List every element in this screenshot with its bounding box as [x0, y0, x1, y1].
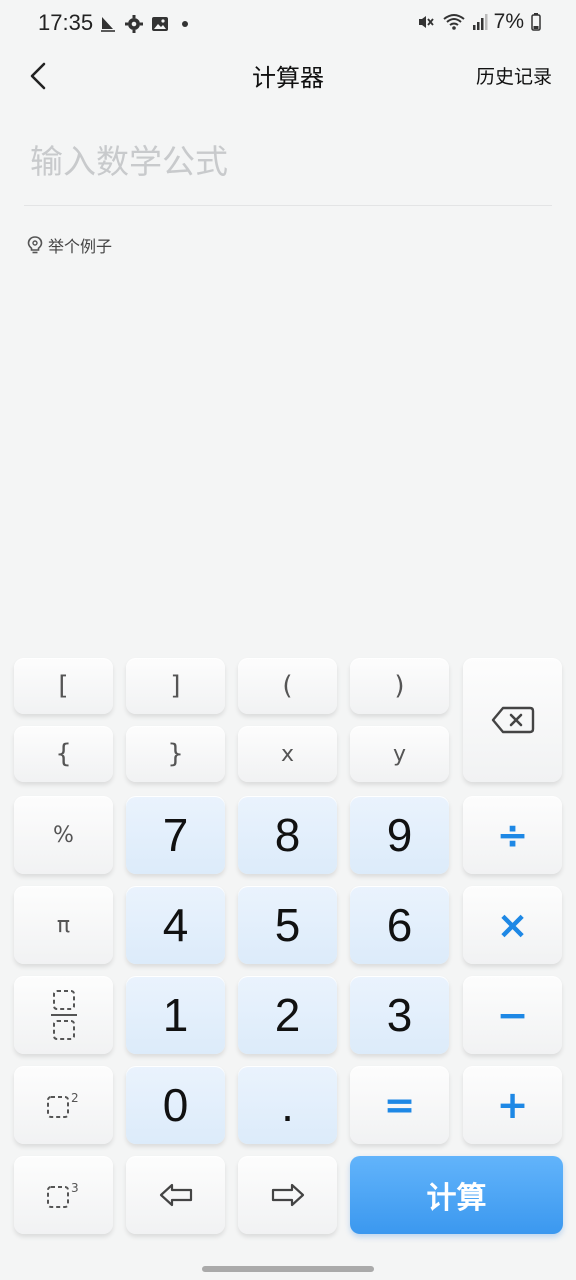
key-y[interactable]: y [350, 726, 449, 782]
battery-percent: 7% [493, 10, 524, 33]
lightbulb-icon [27, 236, 43, 254]
key-close-bracket[interactable]: ] [126, 658, 225, 714]
arrow-left-icon [159, 1183, 192, 1207]
cube-power-icon: 3 [46, 1181, 79, 1208]
key-square[interactable]: 2 [14, 1066, 113, 1144]
key-close-brace[interactable]: } [126, 726, 225, 782]
history-button[interactable]: 历史记录 [476, 62, 552, 89]
status-right-group: 7% [416, 10, 542, 34]
key-multiply[interactable]: × [463, 886, 562, 964]
svg-text:3: 3 [71, 1181, 79, 1195]
square-power-icon: 2 [46, 1091, 79, 1118]
key-0[interactable]: 0 [126, 1066, 225, 1144]
key-minus[interactable]: − [463, 976, 562, 1054]
gear-icon [125, 15, 143, 33]
status-time: 17:35 [38, 10, 94, 35]
signal-icon [472, 14, 488, 30]
key-1[interactable]: 1 [126, 976, 225, 1054]
key-equals[interactable]: = [350, 1066, 449, 1144]
cursor-left-button[interactable] [126, 1156, 225, 1234]
key-close-paren[interactable]: ) [350, 658, 449, 714]
key-6[interactable]: 6 [350, 886, 449, 964]
fraction-icon [50, 990, 77, 1040]
cursor-right-button[interactable] [238, 1156, 337, 1234]
key-dot[interactable]: . [238, 1066, 337, 1144]
key-x[interactable]: x [238, 726, 337, 782]
key-4[interactable]: 4 [126, 886, 225, 964]
dot-icon [182, 21, 188, 27]
status-bar: 17:35 7% [0, 0, 576, 48]
calculate-button[interactable]: 计算 [350, 1156, 563, 1234]
key-9[interactable]: 9 [350, 796, 449, 874]
key-2[interactable]: 2 [238, 976, 337, 1054]
key-open-paren[interactable]: ( [238, 658, 337, 714]
key-3[interactable]: 3 [350, 976, 449, 1054]
arrow-right-icon [271, 1183, 304, 1207]
key-open-bracket[interactable]: [ [14, 658, 113, 714]
input-divider [24, 205, 552, 206]
mute-icon [418, 16, 434, 28]
key-7[interactable]: 7 [126, 796, 225, 874]
home-indicator[interactable] [202, 1266, 374, 1272]
key-5[interactable]: 5 [238, 886, 337, 964]
key-fraction[interactable] [14, 976, 113, 1054]
key-percent[interactable]: % [14, 796, 113, 874]
key-cube[interactable]: 3 [14, 1156, 113, 1234]
key-divide[interactable]: ÷ [463, 796, 562, 874]
keypad: [ ] ( ) { } x y % 7 8 9 ÷ π 4 5 6 × 1 2 … [0, 648, 576, 1248]
battery-icon [531, 13, 541, 31]
formula-input[interactable] [30, 136, 546, 186]
key-open-brace[interactable]: { [14, 726, 113, 782]
example-label: 举个例子 [48, 237, 113, 256]
wifi-icon [443, 14, 465, 30]
backspace-button[interactable] [463, 658, 562, 782]
key-8[interactable]: 8 [238, 796, 337, 874]
key-pi[interactable]: π [14, 886, 113, 964]
svg-text:2: 2 [71, 1091, 79, 1105]
example-link[interactable]: 举个例子 [26, 233, 112, 257]
backspace-icon [491, 706, 534, 734]
key-plus[interactable]: + [463, 1066, 562, 1144]
image-icon [152, 17, 168, 31]
sailing-icon [101, 17, 115, 32]
